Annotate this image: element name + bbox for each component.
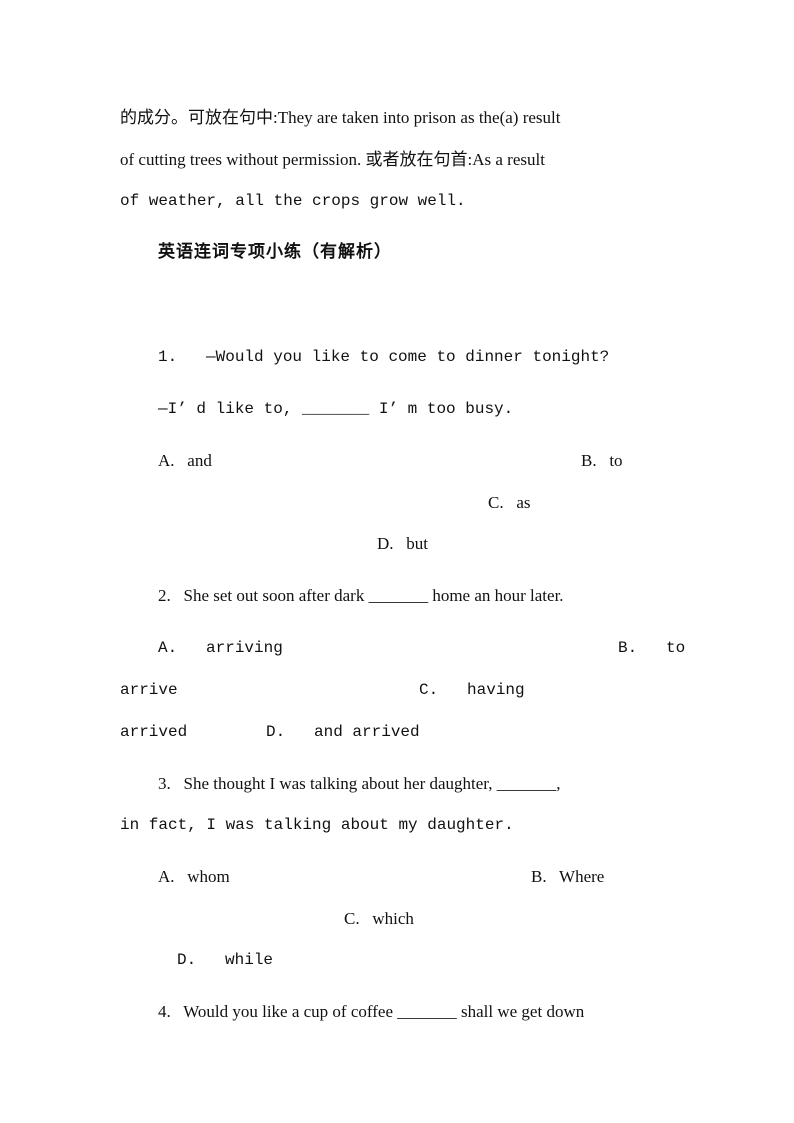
q4-stem: 4. Would you like a cup of coffee ______… <box>158 1002 585 1021</box>
q2-option-c: C. having <box>419 681 525 699</box>
intro-line-2: of cutting trees without permission. 或者放… <box>120 150 545 169</box>
q3-option-b: B. Where <box>531 867 605 886</box>
q2-option-c-cont: arrived <box>120 723 188 741</box>
q1-option-a: A. and <box>158 451 212 470</box>
q3-option-c: C. which <box>344 909 414 928</box>
q2-option-d: D. and arrived <box>266 723 420 741</box>
intro-line-1: 的成分。可放在句中:They are taken into prison as … <box>120 108 561 127</box>
section-heading: 英语连词专项小练（有解析） <box>158 242 392 261</box>
q2-option-b-cont: arrive <box>120 681 178 699</box>
q3-stem-2: in fact, I was talking about my daughter… <box>120 816 514 834</box>
q2-stem: 2. She set out soon after dark _______ h… <box>158 586 564 605</box>
q1-option-c: C. as <box>488 493 531 512</box>
q1-stem-2: —I’ d like to, _______ I’ m too busy. <box>158 400 514 418</box>
q1-stem: 1. —Would you like to come to dinner ton… <box>158 348 610 366</box>
intro-line-3: of weather, all the crops grow well. <box>120 192 466 210</box>
q1-option-d: D. but <box>377 534 428 553</box>
q3-stem: 3. She thought I was talking about her d… <box>158 774 561 793</box>
q1-option-b: B. to <box>581 451 623 470</box>
q3-option-d: D. while <box>177 951 274 969</box>
q3-option-a: A. whom <box>158 867 230 886</box>
q2-option-a: A. arriving <box>158 639 283 657</box>
q2-option-b: B. to <box>618 639 686 657</box>
